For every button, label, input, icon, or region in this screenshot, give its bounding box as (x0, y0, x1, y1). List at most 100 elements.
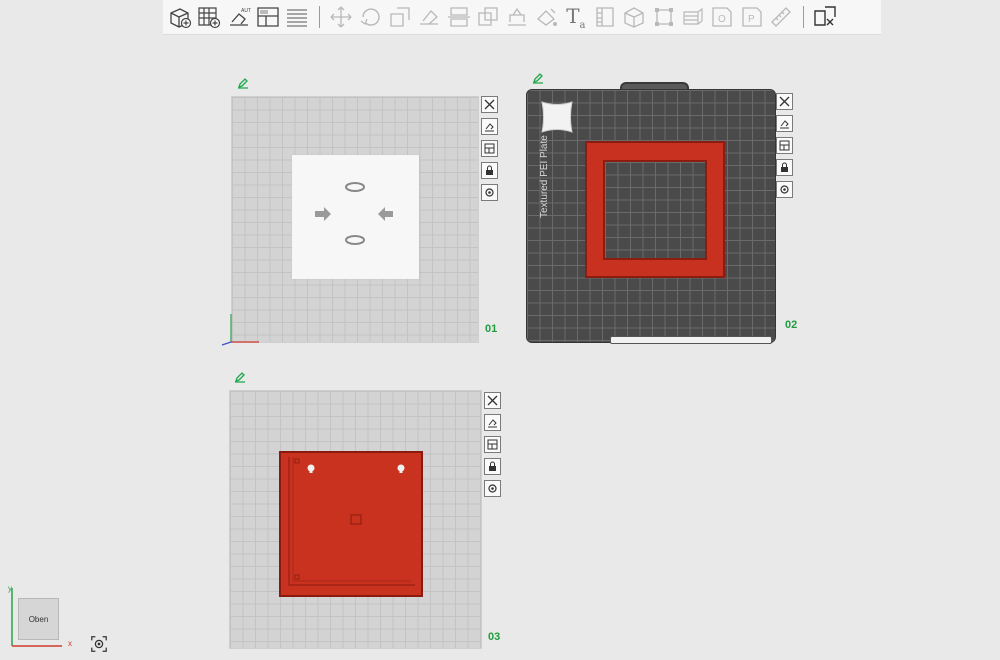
axis-gizmo-icon (221, 314, 259, 346)
plate-02-lock-button[interactable] (776, 159, 793, 176)
plate-03-close-button[interactable] (484, 392, 501, 409)
plate-03-bed[interactable] (229, 390, 482, 649)
color-paint-icon (536, 8, 557, 26)
part-p-icon: P (741, 7, 762, 27)
variable-layer-icon (596, 7, 614, 27)
cut-icon (447, 7, 470, 27)
boolean-button[interactable] (475, 4, 501, 30)
lock-icon (781, 162, 788, 172)
ruler-button[interactable] (768, 4, 794, 30)
auto-orient-icon: AUTO (229, 8, 251, 26)
plate-03-number: 03 (488, 631, 501, 643)
close-icon (484, 99, 495, 110)
arrange-icon (487, 439, 498, 450)
auto-orient-icon (780, 120, 789, 129)
plate-03-lock-button[interactable] (484, 458, 501, 475)
svg-text:AUTO: AUTO (241, 8, 251, 14)
text-tool-button[interactable]: Ta (563, 4, 589, 31)
split-view-icon (814, 6, 836, 26)
ruler-icon (771, 7, 791, 27)
arrange-icon (484, 143, 495, 154)
rotate-icon (360, 8, 380, 26)
part-o-button[interactable]: O (709, 4, 735, 30)
plate-03-orient-button[interactable] (484, 414, 501, 431)
color-paint-button[interactable] (534, 4, 560, 30)
support-paint-icon (508, 7, 527, 26)
zoom-to-fit-button[interactable] (89, 634, 109, 654)
plate-02-close-button[interactable] (776, 93, 793, 110)
layers-list-icon (287, 9, 308, 27)
support-paint-button[interactable] (504, 4, 530, 30)
add-cube-icon (170, 8, 192, 29)
cube-outline-icon (624, 7, 645, 28)
scale-icon (390, 7, 410, 27)
plate-02-type-label: Textured PEI Plate (539, 135, 550, 218)
plate-02-arrange-button[interactable] (776, 137, 793, 154)
measure-button[interactable] (651, 4, 677, 30)
main-toolbar: AUTO Ta O P (163, 0, 881, 35)
model-red-frame[interactable] (585, 141, 725, 278)
box-details-icon (288, 457, 415, 586)
close-icon (779, 96, 790, 107)
cut-button[interactable] (446, 4, 472, 30)
plate-02-orient-button[interactable] (776, 115, 793, 132)
axis-y-label: y (8, 584, 12, 593)
lay-on-face-icon (420, 10, 439, 25)
cube-outline-button[interactable] (621, 4, 647, 30)
plate-02-bed[interactable]: Textured PEI Plate (526, 89, 776, 344)
assembly-icon (683, 7, 703, 25)
lay-on-face-button[interactable] (416, 4, 442, 30)
model-keyhole-sheet[interactable] (292, 155, 419, 279)
plate-01-settings-button[interactable] (481, 184, 498, 201)
assembly-button[interactable] (680, 4, 706, 30)
lock-icon (486, 165, 493, 175)
plate-01-arrange-button[interactable] (481, 140, 498, 157)
plate-01-number: 01 (485, 323, 498, 335)
arrange-icon (257, 7, 279, 27)
focus-icon (91, 636, 107, 652)
view-cube-face-label: Oben (28, 614, 49, 624)
svg-text:P: P (748, 14, 755, 25)
plate-02-tools (776, 93, 793, 203)
auto-orient-icon (488, 419, 497, 428)
edit-plate-name-icon[interactable] (234, 371, 246, 383)
add-object-button[interactable] (167, 4, 193, 30)
measure-icon (654, 8, 673, 26)
plate-01-tools (481, 96, 498, 206)
model-red-box[interactable] (279, 451, 423, 597)
gear-icon (488, 484, 497, 493)
arrange-icon (779, 140, 790, 151)
add-plate-button[interactable] (196, 4, 222, 30)
plate-02-settings-button[interactable] (776, 181, 793, 198)
auto-orient-button[interactable]: AUTO (226, 4, 252, 30)
view-cube[interactable]: Oben (18, 598, 59, 640)
scale-button[interactable] (387, 4, 413, 30)
toolbar-separator (803, 6, 805, 28)
layers-button[interactable] (284, 4, 310, 30)
plate-01-close-button[interactable] (481, 96, 498, 113)
split-view-button[interactable] (812, 4, 838, 30)
plate-01-orient-button[interactable] (481, 118, 498, 135)
plate-corner-cutout-icon (541, 101, 573, 133)
lock-icon (489, 461, 496, 471)
edit-plate-name-icon[interactable] (532, 72, 544, 84)
variable-layer-button[interactable] (592, 4, 618, 30)
frame-opening (603, 160, 707, 260)
arrange-button[interactable] (255, 4, 281, 30)
plate-01-bed[interactable] (231, 96, 479, 343)
move-button[interactable] (328, 4, 354, 30)
plate-03-settings-button[interactable] (484, 480, 501, 497)
rotate-button[interactable] (358, 4, 384, 30)
edit-plate-name-icon[interactable] (237, 77, 249, 89)
plate-01-lock-button[interactable] (481, 162, 498, 179)
add-plate-grid-icon (198, 7, 221, 29)
svg-text:O: O (718, 14, 726, 25)
plate-03-arrange-button[interactable] (484, 436, 501, 453)
axis-x-label: x (68, 639, 72, 648)
boolean-icon (478, 7, 498, 26)
plate-02-number: 02 (785, 319, 798, 331)
part-p-button[interactable]: P (739, 4, 765, 30)
close-icon (487, 395, 498, 406)
gear-icon (780, 185, 789, 194)
part-o-icon: O (712, 7, 732, 27)
